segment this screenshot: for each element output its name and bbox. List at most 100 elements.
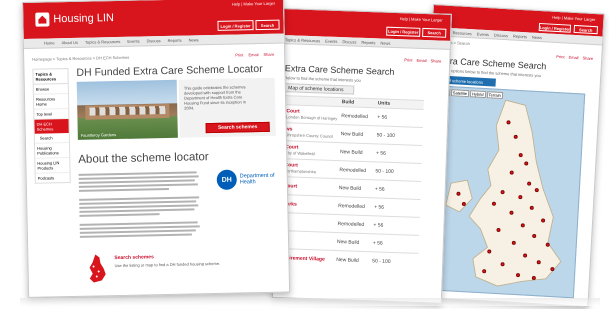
sidebar-item-publications[interactable]: Housing Publications bbox=[34, 143, 70, 159]
sidebar-item-resources-home[interactable]: Resources Home bbox=[33, 94, 69, 110]
middle-login-button[interactable]: Login / Register bbox=[386, 26, 421, 37]
left-search-button[interactable]: Search bbox=[255, 19, 280, 31]
middle-nav-item-topics[interactable]: Topics & Resources bbox=[285, 37, 321, 43]
scheme-build: New Build bbox=[339, 148, 363, 156]
middle-search-button[interactable]: Search bbox=[422, 27, 447, 38]
right-nav-item-news[interactable]: News bbox=[532, 34, 542, 40]
reflection-shadow bbox=[20, 298, 600, 306]
right-nav-item-reports[interactable]: Reports bbox=[513, 33, 527, 39]
photo-caption: Fauntleroy Gardens bbox=[80, 132, 117, 138]
scheme-build: New Build bbox=[340, 130, 364, 138]
middle-map-tab[interactable]: Map of scheme locations bbox=[284, 83, 355, 95]
left-page-panel: Housing LIN Help | Make Your Larger Logi… bbox=[22, 0, 291, 298]
scheme-name[interactable]: Court bbox=[284, 183, 339, 191]
sidebar-item-dh-ech[interactable]: DH ECH Schemes bbox=[34, 119, 69, 134]
right-search-button[interactable]: Search bbox=[573, 24, 599, 35]
about-body-text bbox=[78, 169, 200, 239]
left-sidebar: Topics & Resources Browse Resources Home… bbox=[32, 68, 71, 184]
breadcrumb[interactable]: Homepage > Topics & Resources > DH ECH S… bbox=[32, 55, 129, 62]
header-build[interactable]: Build bbox=[342, 99, 378, 106]
nav-item-topics[interactable]: Topics & Resources bbox=[85, 39, 120, 45]
middle-nav-item-reports[interactable]: Reports bbox=[361, 39, 375, 44]
scheme-name[interactable] bbox=[283, 222, 338, 224]
scheme-photo: Fauntleroy Gardens bbox=[76, 79, 178, 140]
nav-item-news[interactable]: News bbox=[189, 37, 199, 42]
scheme-units: + 56 bbox=[373, 221, 384, 229]
mini-uk-map-icon bbox=[84, 253, 109, 283]
scheme-build: Remodelled bbox=[337, 220, 365, 228]
right-share-link[interactable]: Share bbox=[582, 55, 593, 61]
left-page-header: Housing LIN Help | Make Your Larger Logi… bbox=[23, 0, 284, 39]
scheme-units: + 56 bbox=[372, 239, 383, 247]
nav-item-discuss[interactable]: Discuss bbox=[147, 38, 161, 43]
middle-nav-item-discuss[interactable]: Discuss bbox=[342, 39, 356, 44]
left-top-links[interactable]: Help | Make Your Larger bbox=[232, 1, 275, 7]
scheme-units: 50 - 100 bbox=[376, 131, 396, 139]
right-login-button[interactable]: Login / Register bbox=[538, 22, 572, 33]
nav-item-home[interactable]: Home bbox=[44, 40, 55, 45]
scheme-place: London Borough of Haringey bbox=[286, 114, 338, 121]
scheme-units: + 56 bbox=[374, 203, 385, 211]
middle-print-link[interactable]: Print bbox=[404, 57, 412, 62]
share-link[interactable]: Share bbox=[263, 52, 274, 57]
intro-text: This guide celebrates the schemes develo… bbox=[183, 84, 247, 111]
right-top-links[interactable]: Help | Make Your Larger bbox=[552, 15, 595, 22]
middle-nav-item-news[interactable]: News bbox=[380, 40, 390, 45]
scheme-build: New Build bbox=[336, 256, 359, 264]
right-nav-item-discuss[interactable]: Discuss bbox=[494, 32, 508, 38]
middle-email-link[interactable]: Email bbox=[416, 58, 426, 63]
scheme-units: + 56 bbox=[377, 113, 388, 121]
housing-lin-logo-icon[interactable] bbox=[35, 12, 50, 27]
left-login-button[interactable]: Login / Register bbox=[217, 20, 254, 31]
middle-page-subtitle: Below to find the scheme that interests … bbox=[284, 75, 361, 83]
scheme-units: 50 - 100 bbox=[375, 167, 394, 175]
scheme-build: Remodelled bbox=[341, 112, 369, 120]
middle-nav-item-events[interactable]: Events bbox=[325, 38, 337, 43]
scheme-build: Remodelled bbox=[339, 166, 367, 174]
nav-item-events[interactable]: Events bbox=[127, 39, 139, 44]
scheme-name[interactable]: Parks bbox=[283, 201, 338, 209]
intro-box: This guide celebrates the schemes develo… bbox=[178, 77, 276, 138]
brand-name[interactable]: Housing LIN bbox=[53, 12, 114, 25]
scheme-build: New Build bbox=[336, 238, 360, 246]
screenshot-collage: Help | Make Your Larger Login / Register… bbox=[0, 0, 609, 309]
nav-item-about[interactable]: About Us bbox=[61, 40, 78, 45]
scheme-place bbox=[282, 240, 337, 242]
scheme-place: Northamptonshire bbox=[284, 168, 317, 175]
sidebar-item-podcasts[interactable]: Podcasts bbox=[36, 173, 70, 183]
email-link[interactable]: Email bbox=[248, 52, 258, 57]
scheme-units: 50 - 100 bbox=[372, 257, 391, 265]
scheme-place: City of Wakefield bbox=[284, 150, 315, 157]
print-link[interactable]: Print bbox=[235, 52, 243, 57]
right-print-link[interactable]: Print bbox=[556, 54, 565, 59]
middle-page-panel: Help | Make Your Larger Login / Register… bbox=[271, 8, 452, 304]
dh-logo: DH Department of Health bbox=[216, 168, 277, 191]
search-schemes-button[interactable]: Search schemes bbox=[205, 121, 270, 134]
left-tools: Print Email Share bbox=[235, 52, 274, 58]
right-nav-item-events[interactable]: Events bbox=[477, 31, 489, 37]
search-schemes-link[interactable]: Search schemes bbox=[114, 254, 154, 261]
table-row[interactable]: Retirement Village New Build 50 - 100 bbox=[277, 248, 419, 271]
dh-logo-text: Department of Health bbox=[239, 172, 275, 186]
building-windows bbox=[89, 106, 166, 116]
sidebar-title: Topics & Resources bbox=[33, 69, 68, 85]
uk-landmass bbox=[445, 99, 562, 287]
page-title: DH Funded Extra Care Scheme Locator bbox=[76, 62, 263, 79]
scheme-table: Build Units Court London Borough of Harin… bbox=[277, 95, 424, 271]
scheme-build: Remodelled bbox=[338, 202, 365, 210]
header-units[interactable]: Units bbox=[378, 100, 406, 107]
scheme-units: + 56 bbox=[375, 149, 386, 157]
right-email-link[interactable]: Email bbox=[568, 55, 578, 61]
scheme-units: + 56 bbox=[374, 185, 385, 193]
sidebar-item-products[interactable]: Housing LIN Products bbox=[35, 158, 70, 174]
middle-share-link[interactable]: Share bbox=[430, 58, 441, 63]
right-tools: Print Email Share bbox=[556, 54, 593, 61]
scheme-name[interactable] bbox=[282, 240, 337, 242]
nav-item-reports[interactable]: Reports bbox=[168, 38, 182, 43]
scheme-place bbox=[283, 222, 338, 224]
middle-top-links[interactable]: Help | Make Your Larger bbox=[400, 16, 443, 23]
scheme-place: Shropshire County Council bbox=[285, 132, 334, 139]
about-heading: About the scheme locator bbox=[78, 151, 209, 166]
dh-logo-icon: DH bbox=[216, 169, 237, 190]
search-schemes-desc: Use the listing or map to find a DH fund… bbox=[114, 260, 221, 269]
